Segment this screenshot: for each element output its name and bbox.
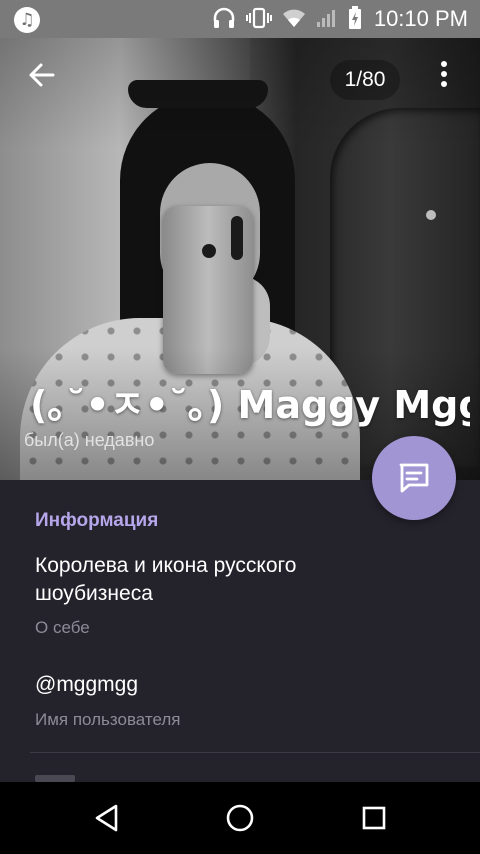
nav-back-icon[interactable] <box>77 798 137 838</box>
navigation-bar <box>0 782 480 854</box>
profile-name: (｡˘•ㅈ•˘｡) Maggy Mgg <box>30 383 470 427</box>
more-options-icon[interactable] <box>430 60 458 100</box>
photo-counter: 1/80 <box>330 60 400 100</box>
message-icon <box>399 463 429 493</box>
nav-home-icon[interactable] <box>210 798 270 838</box>
info-section: Информация Королева и икона русского шоу… <box>0 480 480 782</box>
wifi-icon <box>282 8 306 33</box>
music-note-icon: ♫ <box>14 7 40 33</box>
message-button[interactable] <box>372 436 456 520</box>
bio-text[interactable]: Королева и икона русского шоубизнеса <box>35 552 365 608</box>
status-bar: ♫ 10:10 PM <box>0 0 480 38</box>
back-arrow-icon[interactable] <box>22 60 62 100</box>
profile-screen: ♫ 10:10 PM 1/80 (｡˘•ㅈ•˘｡) Maggy Mgg был(… <box>0 0 480 854</box>
username-text[interactable]: @mggmgg <box>35 673 138 697</box>
bio-caption: О себе <box>35 618 90 637</box>
nav-recents-icon[interactable] <box>344 798 404 838</box>
status-time: 10:10 PM <box>373 6 468 31</box>
last-seen-status: был(а) недавно <box>24 430 155 450</box>
headphones-icon <box>212 7 236 34</box>
vibrate-icon <box>246 7 272 34</box>
signal-icon <box>316 8 338 33</box>
next-row-partial <box>35 775 75 782</box>
info-heading: Информация <box>35 510 159 531</box>
username-caption: Имя пользователя <box>35 710 181 729</box>
divider <box>30 752 480 753</box>
status-icons <box>212 6 362 35</box>
battery-icon <box>348 6 362 35</box>
